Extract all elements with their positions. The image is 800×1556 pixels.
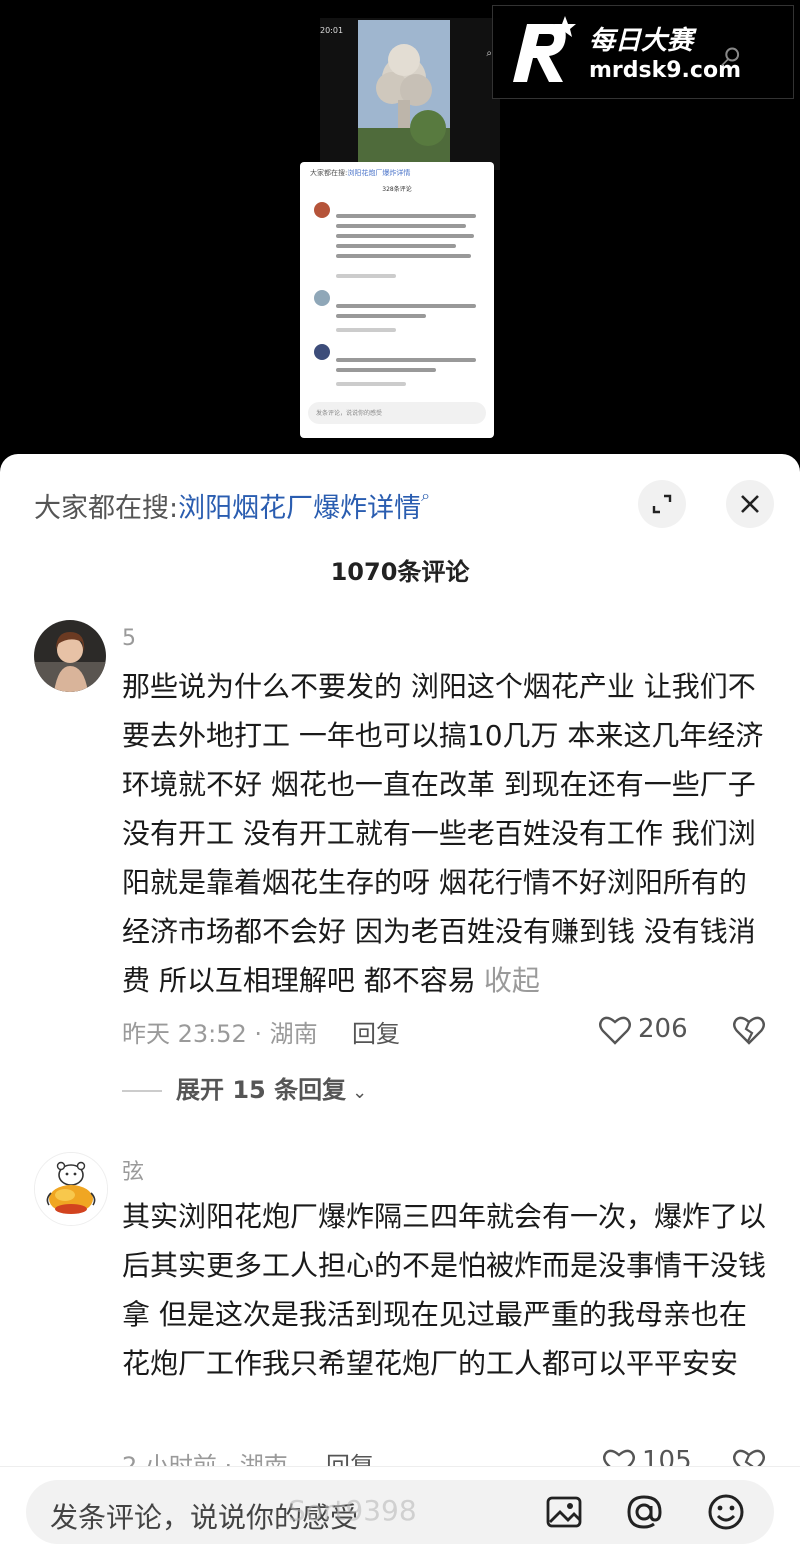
chevron-down-icon: ⌄: [352, 1082, 368, 1103]
watermark-title: 每日大赛: [589, 26, 694, 56]
phone-screenshot: 20:01 ⌕: [320, 18, 500, 170]
divider-line: [122, 1090, 162, 1092]
overlay-watermark: Sort9398: [288, 1494, 417, 1527]
dislike-icon[interactable]: [732, 1013, 766, 1047]
at-icon[interactable]: [624, 1492, 664, 1532]
image-icon[interactable]: [544, 1492, 584, 1532]
mini-search-term: 浏阳花炮厂爆炸详情: [347, 169, 411, 177]
mini-input: 发条评论，说说你的感受: [308, 402, 486, 424]
heart-icon[interactable]: [598, 1013, 632, 1047]
comment-sheet: 大家都在搜:浏阳烟花厂爆炸详情⌕ 1070条评论 5 那些说为什么不要发的 浏阳…: [0, 454, 800, 1555]
mini-avatar: [314, 344, 330, 360]
comment-text: 那些说为什么不要发的 浏阳这个烟花产业 让我们不要去外地打工 一年也可以搞10几…: [122, 662, 770, 1005]
video-area[interactable]: 20:01 ⌕ 大家都在搜:浏阳花炮厂爆炸详情 328条评论 发条评论，说说你的…: [0, 0, 800, 470]
search-icon: ⌕: [721, 30, 744, 76]
watermark-banner: 每日大赛 mrdsk9.com ⌕: [492, 5, 794, 99]
watermark-url: mrdsk9.com: [589, 58, 741, 83]
expand-replies-button[interactable]: 展开 15 条回复 ⌄: [122, 1070, 367, 1105]
avatar[interactable]: [34, 1152, 108, 1226]
mini-comment-count: 328条评论: [382, 186, 412, 193]
expand-icon: [652, 494, 672, 514]
comment-username[interactable]: 5: [122, 626, 136, 651]
comment-meta: 昨天 23:52 · 湖南: [122, 1020, 318, 1048]
comment-text: 其实浏阳花炮厂爆炸隔三四年就会有一次，爆炸了以后其实更多工人担心的不是怕被炸而是…: [122, 1200, 767, 1380]
phone-time: 20:01: [320, 26, 344, 35]
trending-search-prefix: 大家都在搜:: [34, 493, 179, 524]
comment-body: 那些说为什么不要发的 浏阳这个烟花产业 让我们不要去外地打工 一年也可以搞10几…: [122, 670, 764, 997]
mini-avatar: [314, 290, 330, 306]
watermark-logo-icon: [513, 16, 576, 82]
avatar[interactable]: [34, 620, 106, 692]
mini-avatar: [314, 202, 330, 218]
mini-comment-screenshot: 大家都在搜:浏阳花炮厂爆炸详情 328条评论 发条评论，说说你的感受: [300, 162, 494, 438]
comment-input[interactable]: 发条评论，说说你的感受 Sort9398: [26, 1480, 774, 1544]
close-button[interactable]: [726, 480, 774, 528]
expand-replies-label: 展开 15 条回复: [176, 1076, 347, 1104]
explosion-smoke-image: [358, 20, 450, 164]
mini-search-prefix: 大家都在搜:: [310, 169, 348, 177]
comment-input-bar: 发条评论，说说你的感受 Sort9398: [0, 1466, 800, 1556]
comment-username[interactable]: 弦: [122, 1154, 144, 1186]
trending-search-link[interactable]: 浏阳烟花厂爆炸详情: [178, 493, 421, 524]
close-icon: [741, 495, 759, 513]
comment-count: 1070条评论: [330, 558, 470, 586]
trending-search[interactable]: 大家都在搜:浏阳烟花厂爆炸详情⌕: [34, 486, 430, 525]
collapse-link[interactable]: 收起: [484, 964, 540, 997]
search-icon: ⌕: [421, 486, 431, 505]
expand-button[interactable]: [638, 480, 686, 528]
emoji-icon[interactable]: [706, 1492, 746, 1532]
reply-button[interactable]: 回复: [352, 1014, 400, 1049]
like-count: 206: [638, 1014, 688, 1044]
